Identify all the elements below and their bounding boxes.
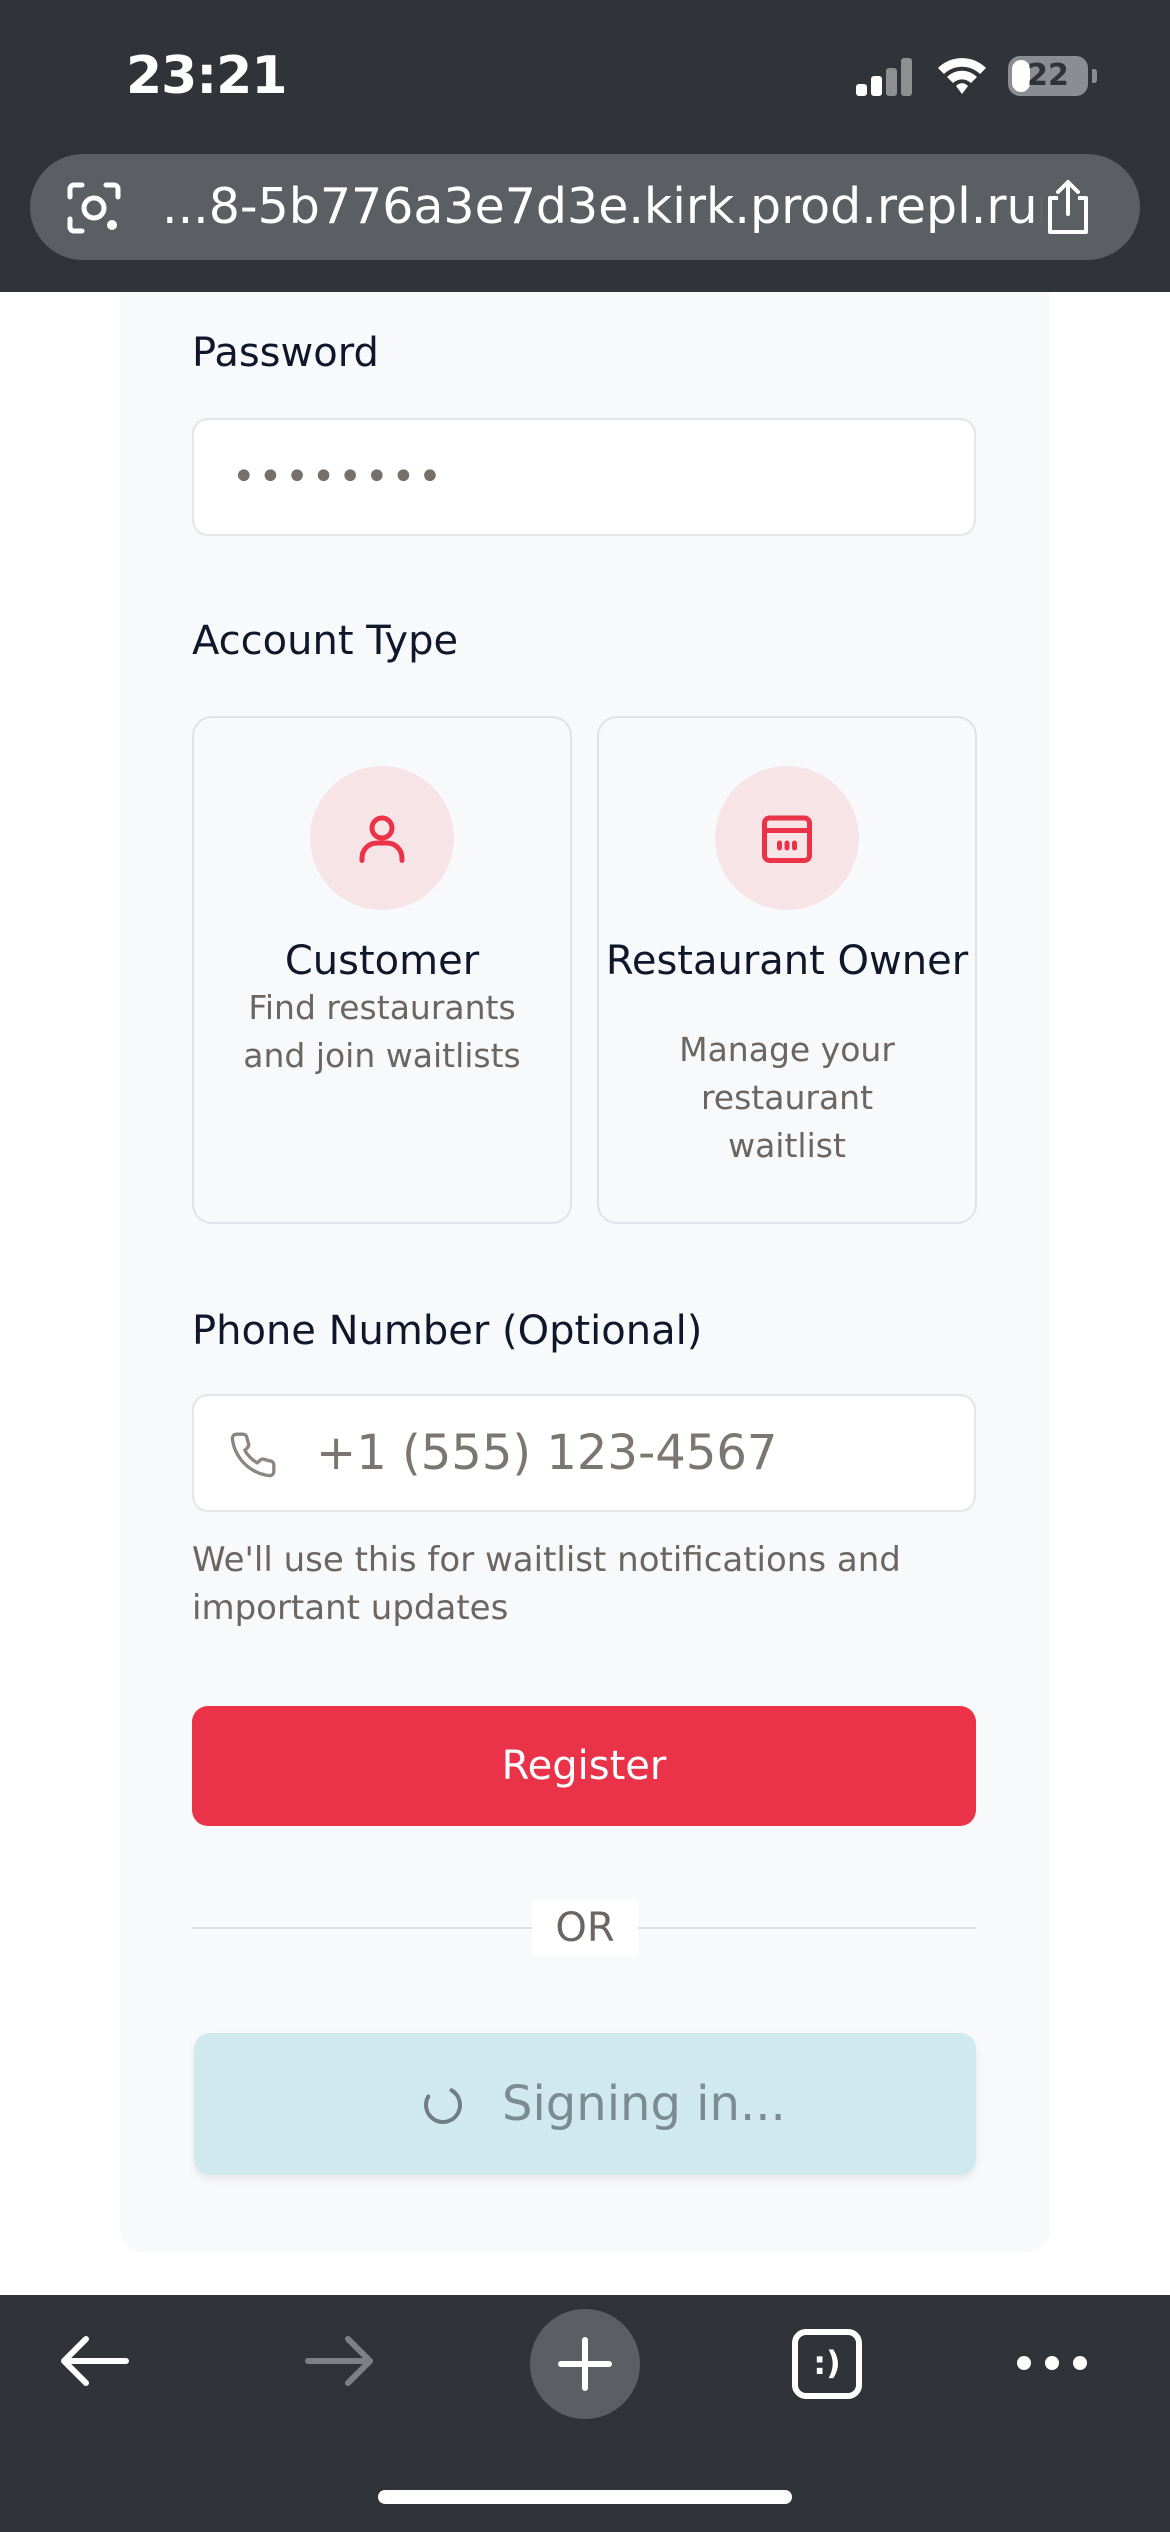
password-value: ••••••••: [232, 454, 445, 500]
battery-icon: 22: [1008, 56, 1097, 96]
account-type-label: Account Type: [192, 618, 459, 664]
browser-top-chrome: 23:21 22 ...8-5b776a3e7d3e.kirk.prod.rep…: [0, 0, 1170, 292]
tabs-icon[interactable]: :): [792, 2329, 862, 2399]
register-button[interactable]: Register: [192, 1706, 976, 1826]
status-time: 23:21: [126, 46, 288, 106]
back-arrow-icon[interactable]: [58, 2335, 130, 2387]
phone-label: Phone Number (Optional): [192, 1308, 703, 1354]
customer-description: Find restaurants and join waitlists: [243, 988, 521, 1075]
user-icon: [310, 766, 454, 910]
forward-arrow-icon[interactable]: [304, 2335, 376, 2387]
url-text[interactable]: ...8-5b776a3e7d3e.kirk.prod.repl.run: [162, 154, 1042, 260]
customer-title: Customer: [284, 938, 480, 984]
restaurant-owner-title: Restaurant Owner: [605, 938, 969, 984]
phone-icon: [230, 1432, 276, 1478]
new-tab-plus-icon: [558, 2337, 612, 2391]
more-dots-icon[interactable]: [1016, 2353, 1088, 2373]
phone-hint: We'll use this for waitlist notification…: [192, 1540, 901, 1628]
url-bar[interactable]: ...8-5b776a3e7d3e.kirk.prod.repl.run: [30, 154, 1140, 260]
new-tab-button[interactable]: [530, 2309, 640, 2419]
password-input[interactable]: ••••••••: [192, 418, 976, 536]
restaurant-owner-description: Manage your restaurant waitlist: [679, 1030, 895, 1165]
divider-right: [638, 1927, 976, 1929]
account-type-restaurant-owner[interactable]: Restaurant Owner Manage your restaurant …: [597, 716, 977, 1224]
battery-percent: 22: [1027, 58, 1069, 93]
page-content: Password •••••••• Account Type Customer …: [0, 292, 1170, 2295]
home-indicator: [378, 2490, 792, 2504]
phone-input[interactable]: +1 (555) 123-4567: [192, 1394, 976, 1512]
divider-left: [192, 1927, 532, 1929]
signing-in-label: Signing in...: [502, 2076, 786, 2132]
share-icon[interactable]: [1040, 178, 1096, 236]
account-type-customer[interactable]: Customer Find restaurants and join waitl…: [192, 716, 572, 1224]
signing-in-button[interactable]: Signing in...: [194, 2033, 976, 2175]
lens-icon[interactable]: [66, 181, 122, 235]
or-divider-label: OR: [532, 1900, 638, 1956]
wifi-icon: [938, 58, 986, 94]
spinner-icon: [424, 2086, 462, 2124]
phone-placeholder: +1 (555) 123-4567: [316, 1425, 778, 1481]
register-card: [120, 292, 1050, 2252]
signal-icon: [856, 58, 912, 96]
password-label: Password: [192, 330, 379, 376]
calendar-icon: [715, 766, 859, 910]
